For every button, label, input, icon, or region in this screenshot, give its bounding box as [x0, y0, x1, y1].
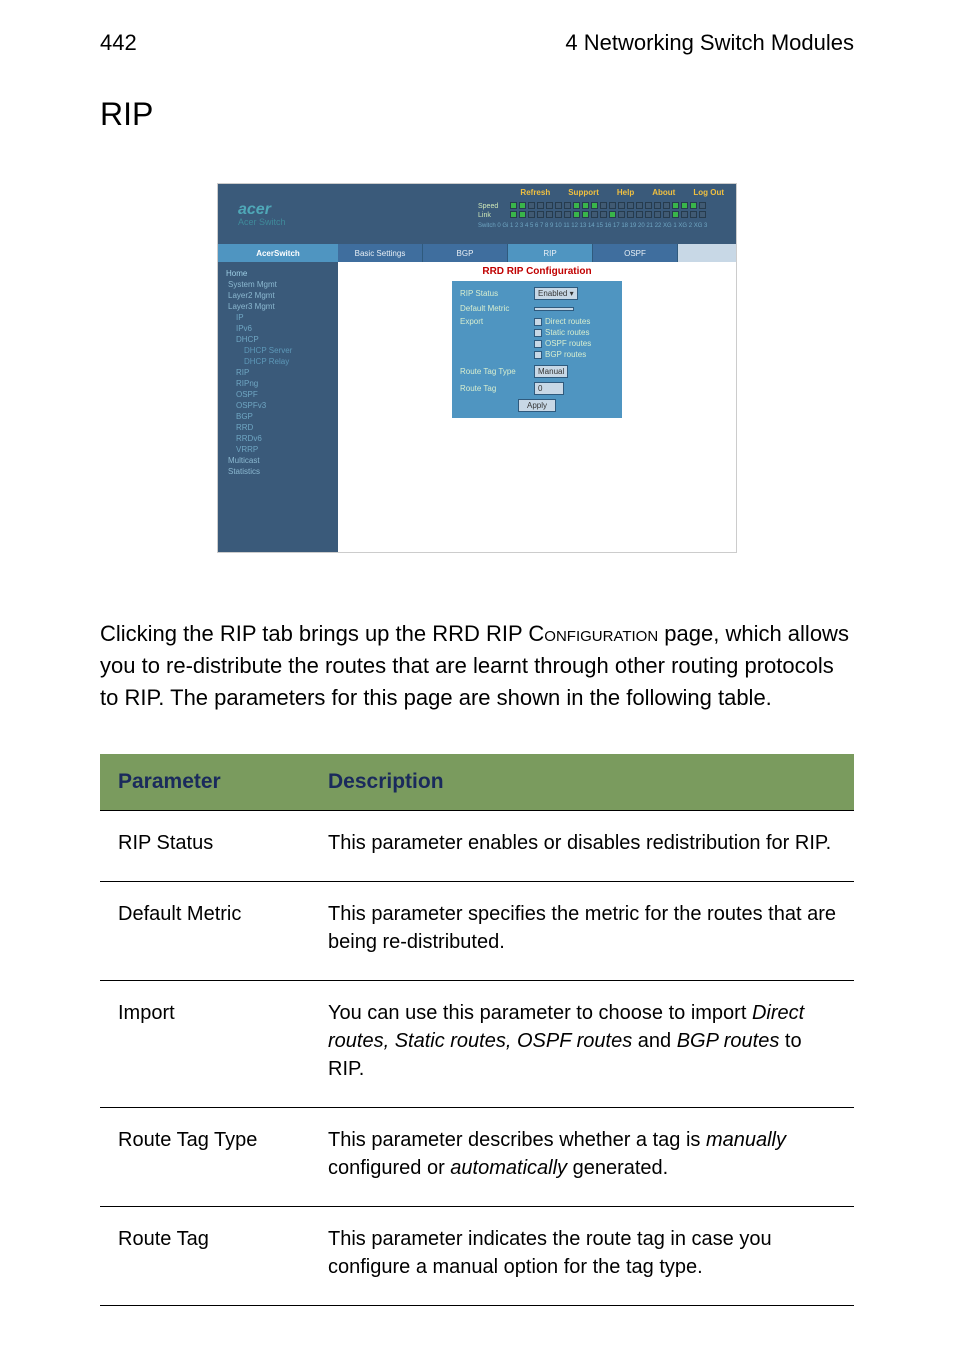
route-tag-input[interactable]: 0 [534, 382, 564, 395]
ss-top-links: Refresh Support Help About Log Out [520, 188, 724, 197]
sidebar-dhcp[interactable]: DHCP [236, 334, 330, 345]
route-tag-type-label: Route Tag Type [460, 367, 528, 376]
sidebar-ospfv3[interactable]: OSPFv3 [236, 400, 330, 411]
parameter-table: Parameter Description RIP Status This pa… [100, 754, 854, 1306]
param-cell: RIP Status [100, 810, 310, 881]
desc-cell: You can use this parameter to choose to … [310, 980, 854, 1107]
port-link-label: Link [478, 211, 508, 220]
sidebar-ipv6[interactable]: IPv6 [236, 323, 330, 334]
sidebar-statistics[interactable]: Statistics [228, 466, 330, 477]
tab-ospf[interactable]: OSPF [593, 244, 678, 262]
param-cell: Route Tag [100, 1206, 310, 1305]
tab-rip[interactable]: RIP [508, 244, 593, 262]
chk-ospf-routes[interactable] [534, 340, 542, 348]
opt-direct-routes: Direct routes [545, 317, 590, 326]
opt-ospf-routes: OSPF routes [545, 339, 591, 348]
table-row: Route Tag Type This parameter describes … [100, 1107, 854, 1206]
acer-logo-sub: Acer Switch [238, 217, 286, 227]
desc-cell: This parameter specifies the metric for … [310, 881, 854, 980]
sidebar-ospf[interactable]: OSPF [236, 389, 330, 400]
table-row: RIP Status This parameter enables or dis… [100, 810, 854, 881]
param-cell: Default Metric [100, 881, 310, 980]
opt-static-routes: Static routes [545, 328, 589, 337]
desc-cell: This parameter indicates the route tag i… [310, 1206, 854, 1305]
tab-bgp[interactable]: BGP [423, 244, 508, 262]
desc-cell: This parameter enables or disables redis… [310, 810, 854, 881]
chk-static-routes[interactable] [534, 329, 542, 337]
sidebar-ip[interactable]: IP [236, 312, 330, 323]
default-metric-input[interactable] [534, 307, 574, 311]
rip-status-label: RIP Status [460, 289, 528, 298]
sidebar-rrd[interactable]: RRD [236, 422, 330, 433]
table-row: Import You can use this parameter to cho… [100, 980, 854, 1107]
config-title: RRD RIP Configuration [338, 266, 736, 277]
sidebar-bgp[interactable]: BGP [236, 411, 330, 422]
table-row: Route Tag This parameter indicates the r… [100, 1206, 854, 1305]
th-description: Description [310, 754, 854, 811]
top-link-logout[interactable]: Log Out [693, 188, 724, 197]
embedded-screenshot: acer Acer Switch Refresh Support Help Ab… [217, 183, 737, 553]
section-heading: RIP [0, 66, 954, 153]
top-link-refresh[interactable]: Refresh [520, 188, 550, 197]
sidebar-dhcp-relay[interactable]: DHCP Relay [244, 356, 330, 367]
chk-direct-routes[interactable] [534, 318, 542, 326]
export-label: Export [460, 317, 528, 326]
desc-cell: This parameter describes whether a tag i… [310, 1107, 854, 1206]
param-cell: Import [100, 980, 310, 1107]
opt-bgp-routes: BGP routes [545, 350, 586, 359]
ss-port-grid: Speed Link Switch 0 Gi 1 2 3 4 5 6 7 8 9… [478, 202, 707, 231]
top-link-support[interactable]: Support [568, 188, 599, 197]
sidebar-rip[interactable]: RIP [236, 367, 330, 378]
page-header: 442 4 Networking Switch Modules [0, 0, 954, 66]
ss-sidebar: Home System Mgmt Layer2 Mgmt Layer3 Mgmt… [218, 262, 338, 553]
acer-logo: acer [238, 201, 271, 218]
chk-bgp-routes[interactable] [534, 351, 542, 359]
sidebar-multicast[interactable]: Multicast [228, 455, 330, 466]
sidebar-layer3-mgmt[interactable]: Layer3 Mgmt [228, 301, 330, 312]
ss-body: Home System Mgmt Layer2 Mgmt Layer3 Mgmt… [218, 262, 736, 553]
sidebar-system-mgmt[interactable]: System Mgmt [228, 279, 330, 290]
route-tag-label: Route Tag [460, 384, 528, 393]
port-speed-label: Speed [478, 202, 508, 211]
sidebar-rrdv6[interactable]: RRDv6 [236, 433, 330, 444]
sidebar-ripng[interactable]: RIPng [236, 378, 330, 389]
apply-button[interactable]: Apply [518, 399, 556, 412]
route-tag-type-select[interactable]: Manual [534, 365, 568, 378]
sidebar-vrrp[interactable]: VRRP [236, 444, 330, 455]
chapter-title: 4 Networking Switch Modules [565, 30, 854, 56]
default-metric-label: Default Metric [460, 304, 528, 313]
port-switch-row: Switch 0 Gi 1 2 3 4 5 6 7 8 9 10 11 12 1… [478, 222, 707, 231]
body-paragraph: Clicking the RIP tab brings up the RRD R… [0, 593, 954, 744]
ss-nav-row: AcerSwitch Basic Settings BGP RIP OSPF [218, 244, 736, 262]
ss-topbar: acer Acer Switch Refresh Support Help Ab… [218, 184, 736, 244]
param-cell: Route Tag Type [100, 1107, 310, 1206]
sidebar-dhcp-server[interactable]: DHCP Server [244, 345, 330, 356]
page-number: 442 [100, 30, 137, 56]
rip-status-select[interactable]: Enabled ▾ [534, 287, 578, 300]
th-parameter: Parameter [100, 754, 310, 811]
ss-main: RRD RIP Configuration RIP Status Enabled… [338, 262, 736, 553]
sidebar-layer2-mgmt[interactable]: Layer2 Mgmt [228, 290, 330, 301]
table-row: Default Metric This parameter specifies … [100, 881, 854, 980]
top-link-help[interactable]: Help [617, 188, 634, 197]
nav-brand: AcerSwitch [218, 244, 338, 262]
tab-basic-settings[interactable]: Basic Settings [338, 244, 423, 262]
top-link-about[interactable]: About [652, 188, 675, 197]
sidebar-home[interactable]: Home [226, 268, 330, 279]
embedded-screenshot-container: acer Acer Switch Refresh Support Help Ab… [0, 153, 954, 593]
config-form: RIP Status Enabled ▾ Default Metric Expo… [452, 281, 622, 418]
